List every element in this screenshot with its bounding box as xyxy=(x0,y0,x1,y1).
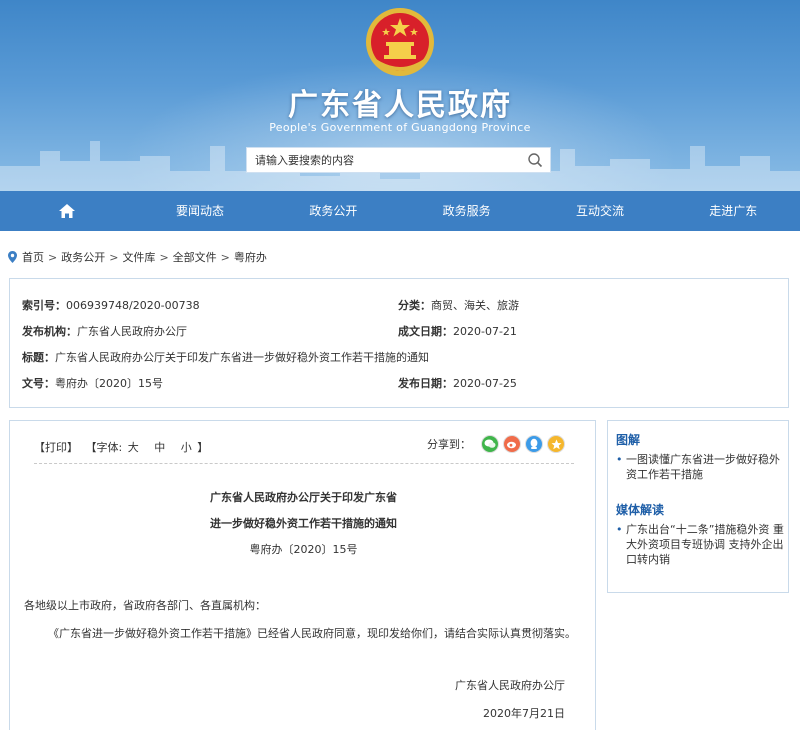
meta-subject-label: 标题： xyxy=(22,351,55,364)
share-bar: 分享到： xyxy=(427,435,565,453)
breadcrumb-gov-affairs[interactable]: 政务公开 xyxy=(61,249,105,265)
breadcrumb-file-library[interactable]: 文件库 xyxy=(122,249,155,265)
meta-doc-number: 文号：粤府办〔2020〕15号 xyxy=(22,375,163,391)
meta-index-label: 索引号： xyxy=(22,299,66,312)
meta-date-written: 成文日期：2020-07-21 xyxy=(398,323,517,339)
article-date: 2020年7月21日 xyxy=(483,707,565,720)
sidebar-infographic-item[interactable]: • 一图读懂广东省进一步做好稳外资工作若干措施 xyxy=(616,452,786,482)
article-panel: 【打印】 【字体: 大 中 小 】 分享到： 广东省人民政府办公厅关于印发广东省… xyxy=(9,420,596,730)
meta-doc-number-value: 粤府办〔2020〕15号 xyxy=(55,377,163,390)
breadcrumb-separator: > xyxy=(159,250,169,264)
meta-date-written-label: 成文日期： xyxy=(398,325,453,338)
sidebar-media-title: 媒体解读 xyxy=(616,503,665,517)
weibo-share-button[interactable] xyxy=(503,435,521,453)
meta-index: 索引号：006939748/2020-00738 xyxy=(22,297,200,313)
breadcrumb-separator: > xyxy=(48,250,58,264)
article-body: 《广东省进一步做好稳外资工作若干措施》已经省人民政府同意，现印发给你们，请结合实… xyxy=(48,627,576,640)
search-input[interactable] xyxy=(247,148,520,172)
weibo-icon xyxy=(507,441,516,449)
article-title-line1: 广东省人民政府办公厅关于印发广东省 xyxy=(210,491,397,504)
font-large-button[interactable]: 大 xyxy=(128,441,139,454)
nav-gov-affairs[interactable]: 政务公开 xyxy=(267,191,400,231)
sidebar-media-item[interactable]: • 广东出台“十二条”措施稳外资 重大外资项目专班协调 支持外企出口转内销 xyxy=(616,522,786,567)
sidebar-infographic-link[interactable]: 一图读懂广东省进一步做好稳外资工作若干措施 xyxy=(626,453,780,481)
article-signature: 广东省人民政府办公厅 xyxy=(455,679,565,692)
document-meta-panel: 索引号：006939748/2020-00738 分类：商贸、海关、旅游 发布机… xyxy=(9,278,789,408)
bullet-icon: • xyxy=(616,453,623,466)
nav-home[interactable] xyxy=(0,191,133,231)
site-title: 广东省人民政府 xyxy=(288,88,512,123)
meta-date-published-value: 2020-07-25 xyxy=(453,377,517,390)
breadcrumb-separator: > xyxy=(109,250,119,264)
sidebar-media-link[interactable]: 广东出台“十二条”措施稳外资 重大外资项目专班协调 支持外企出口转内销 xyxy=(626,523,784,566)
meta-subject: 标题：广东省人民政府办公厅关于印发广东省进一步做好稳外资工作若干措施的通知 xyxy=(22,349,429,365)
location-pin-icon xyxy=(8,251,17,263)
meta-category: 分类：商贸、海关、旅游 xyxy=(398,297,519,313)
font-small-button[interactable]: 小 xyxy=(181,441,192,454)
article-doc-number: 粤府办〔2020〕15号 xyxy=(249,543,358,556)
nav-news[interactable]: 要闻动态 xyxy=(133,191,266,231)
article-title-line2: 进一步做好稳外资工作若干措施的通知 xyxy=(210,517,397,530)
star-icon xyxy=(551,439,561,449)
qq-icon xyxy=(530,438,538,449)
meta-date-published: 发布日期：2020-07-25 xyxy=(398,375,517,391)
meta-publisher-value: 广东省人民政府办公厅 xyxy=(77,325,187,338)
qzone-share-button[interactable] xyxy=(547,435,565,453)
meta-date-published-label: 发布日期： xyxy=(398,377,453,390)
national-emblem-icon xyxy=(366,8,434,76)
related-sidebar: 图解 • 一图读懂广东省进一步做好稳外资工作若干措施 媒体解读 • 广东出台“十… xyxy=(607,420,789,593)
search-box xyxy=(246,147,551,173)
nav-about-guangdong[interactable]: 走进广东 xyxy=(667,191,800,231)
search-icon xyxy=(528,153,543,168)
bullet-icon: • xyxy=(616,523,623,536)
breadcrumb-all-files[interactable]: 全部文件 xyxy=(173,249,217,265)
article-toolbar: 【打印】 【字体: 大 中 小 】 xyxy=(34,439,208,455)
breadcrumb-home[interactable]: 首页 xyxy=(22,249,44,265)
nav-gov-services[interactable]: 政务服务 xyxy=(400,191,533,231)
meta-doc-number-label: 文号： xyxy=(22,377,55,390)
meta-subject-value: 广东省人民政府办公厅关于印发广东省进一步做好稳外资工作若干措施的通知 xyxy=(55,351,429,364)
sidebar-infographic-title: 图解 xyxy=(616,433,641,447)
meta-category-label: 分类： xyxy=(398,299,431,312)
meta-date-written-value: 2020-07-21 xyxy=(453,325,517,338)
meta-publisher-label: 发布机构： xyxy=(22,325,77,338)
breadcrumb-separator: > xyxy=(220,250,230,264)
search-button[interactable] xyxy=(520,148,550,172)
site-subtitle: People's Government of Guangdong Provinc… xyxy=(269,121,531,134)
font-medium-button[interactable]: 中 xyxy=(154,441,165,454)
nav-interaction[interactable]: 互动交流 xyxy=(533,191,666,231)
meta-index-value: 006939748/2020-00738 xyxy=(66,299,200,312)
breadcrumb: 首页 > 政务公开 > 文件库 > 全部文件 > 粤府办 xyxy=(8,249,267,265)
wechat-share-button[interactable] xyxy=(481,435,499,453)
site-header: 广东省人民政府 People's Government of Guangdong… xyxy=(0,0,800,191)
wechat-icon xyxy=(484,439,496,448)
share-label: 分享到： xyxy=(427,438,471,451)
breadcrumb-current[interactable]: 粤府办 xyxy=(234,249,267,265)
meta-publisher: 发布机构：广东省人民政府办公厅 xyxy=(22,323,187,339)
toolbar-divider xyxy=(34,463,574,464)
meta-category-value: 商贸、海关、旅游 xyxy=(431,299,519,312)
article-salutation: 各地级以上市政府，省政府各部门、各直属机构： xyxy=(24,599,266,612)
main-nav: 要闻动态 政务公开 政务服务 互动交流 走进广东 xyxy=(0,191,800,231)
font-size-label: 【字体: xyxy=(85,441,123,454)
home-icon xyxy=(58,204,75,218)
font-size-close: 】 xyxy=(197,441,209,454)
qq-share-button[interactable] xyxy=(525,435,543,453)
print-link[interactable]: 【打印】 xyxy=(34,441,78,454)
